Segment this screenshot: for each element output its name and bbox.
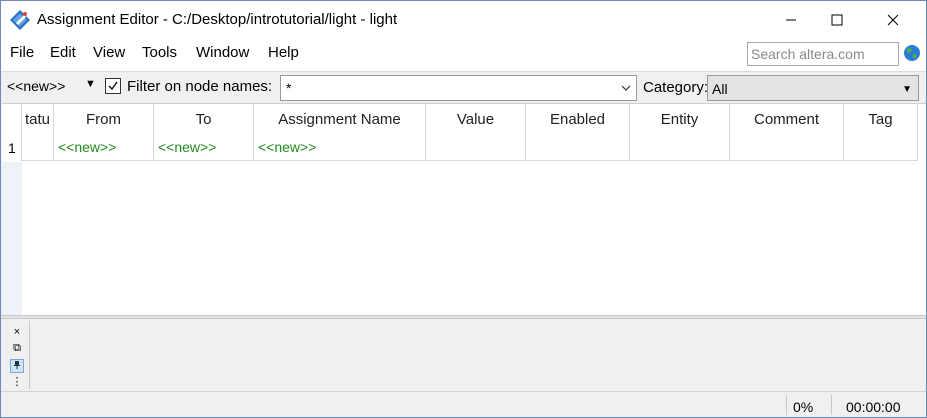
title-bar[interactable]: Assignment Editor - C:/Desktop/introtuto… bbox=[1, 1, 926, 39]
minimize-icon bbox=[786, 19, 796, 21]
column-header-status[interactable]: tatu bbox=[22, 104, 54, 134]
menu-view[interactable]: View bbox=[93, 44, 125, 61]
panel-toolstrip: × ⧉ ⋮ bbox=[6, 321, 30, 389]
new-assignment-select[interactable]: <<new>> bbox=[7, 78, 65, 94]
menu-window[interactable]: Window bbox=[196, 44, 249, 61]
assignment-table[interactable]: tatu From To Assignment Name Value Enabl… bbox=[2, 103, 926, 316]
column-header-to[interactable]: To bbox=[154, 104, 254, 134]
search-input[interactable]: Search altera.com bbox=[747, 42, 899, 66]
menu-edit[interactable]: Edit bbox=[50, 44, 76, 61]
cell-enabled[interactable] bbox=[526, 134, 630, 161]
node-filter-combobox[interactable]: * bbox=[280, 75, 637, 101]
status-bar: 0% 00:00:00 bbox=[1, 391, 926, 417]
window-title: Assignment Editor - C:/Desktop/introtuto… bbox=[37, 11, 398, 28]
column-header-from[interactable]: From bbox=[54, 104, 154, 134]
progress-percent: 0% bbox=[793, 399, 814, 415]
status-divider bbox=[831, 395, 832, 415]
menu-bar: File Edit View Tools Window Help Search … bbox=[1, 39, 926, 71]
column-header-tag[interactable]: Tag bbox=[844, 104, 918, 134]
cell-assignment-name[interactable]: <<new>> bbox=[254, 134, 426, 161]
minimize-button[interactable] bbox=[768, 1, 814, 39]
cell-comment[interactable] bbox=[730, 134, 844, 161]
filter-toolbar: <<new>> ▼ Filter on node names: * Catego… bbox=[1, 71, 926, 103]
cell-entity[interactable] bbox=[630, 134, 730, 161]
category-label: Category: bbox=[643, 79, 709, 96]
column-header-enabled[interactable]: Enabled bbox=[526, 104, 630, 134]
message-panel: × ⧉ ⋮ bbox=[2, 319, 926, 391]
cell-to[interactable]: <<new>> bbox=[154, 134, 254, 161]
chevron-down-icon bbox=[621, 85, 631, 91]
close-button[interactable] bbox=[870, 1, 916, 39]
status-divider bbox=[786, 395, 787, 415]
maximize-button[interactable] bbox=[814, 1, 860, 39]
panel-close-icon[interactable]: × bbox=[10, 325, 24, 339]
filter-label: Filter on node names: bbox=[127, 78, 273, 95]
cell-tag[interactable] bbox=[844, 134, 918, 161]
menu-file[interactable]: File bbox=[10, 44, 34, 61]
column-header-assignment-name[interactable]: Assignment Name bbox=[254, 104, 426, 134]
pushpin-icon bbox=[14, 361, 20, 369]
app-icon bbox=[10, 10, 30, 30]
row-number: 1 bbox=[2, 134, 22, 161]
cell-status[interactable] bbox=[22, 134, 54, 161]
node-filter-value: * bbox=[286, 80, 292, 96]
more-icon[interactable]: ⋮ bbox=[10, 375, 24, 389]
restore-icon[interactable]: ⧉ bbox=[10, 341, 24, 355]
globe-icon[interactable] bbox=[903, 44, 921, 62]
corner-header bbox=[2, 104, 22, 134]
column-header-value[interactable]: Value bbox=[426, 104, 526, 134]
pin-icon[interactable] bbox=[10, 359, 24, 373]
dropdown-arrow-icon[interactable]: ▼ bbox=[85, 78, 96, 90]
row-header-strip bbox=[2, 162, 22, 316]
menu-tools[interactable]: Tools bbox=[142, 44, 177, 61]
filter-checkbox[interactable] bbox=[105, 78, 121, 94]
checkmark-icon bbox=[108, 81, 118, 91]
cell-value[interactable] bbox=[426, 134, 526, 161]
column-header-entity[interactable]: Entity bbox=[630, 104, 730, 134]
category-value: All bbox=[712, 81, 728, 97]
assignment-editor-window: Assignment Editor - C:/Desktop/introtuto… bbox=[0, 0, 927, 418]
column-header-comment[interactable]: Comment bbox=[730, 104, 844, 134]
dropdown-arrow-icon: ▼ bbox=[902, 84, 912, 95]
category-combobox[interactable]: All ▼ bbox=[707, 75, 919, 101]
menu-help[interactable]: Help bbox=[268, 44, 299, 61]
close-icon bbox=[887, 14, 899, 26]
cell-from[interactable]: <<new>> bbox=[54, 134, 154, 161]
maximize-icon bbox=[831, 14, 843, 26]
elapsed-time: 00:00:00 bbox=[846, 399, 901, 415]
